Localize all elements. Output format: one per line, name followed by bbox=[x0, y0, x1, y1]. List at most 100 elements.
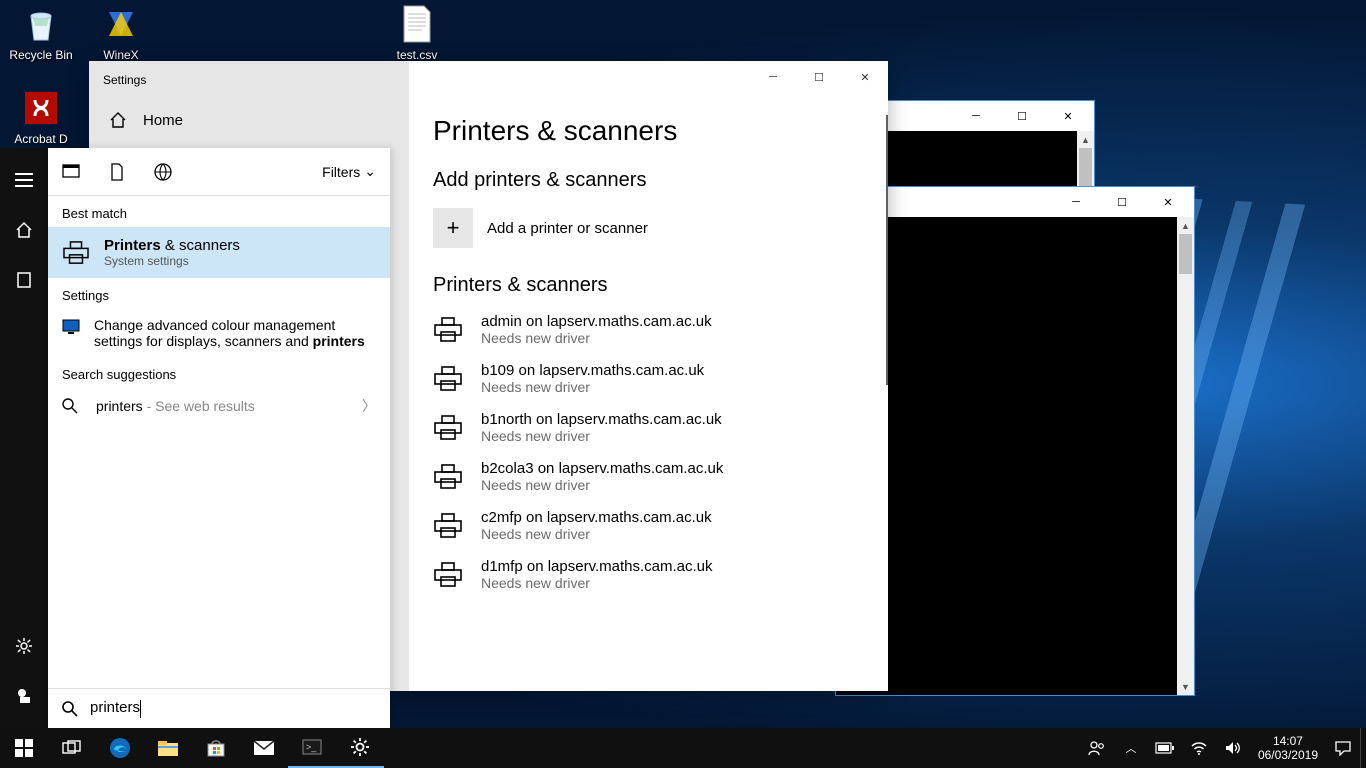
printer-name: c2mfp on lapserv.maths.cam.ac.uk bbox=[481, 509, 712, 526]
search-tab-web-icon[interactable] bbox=[154, 163, 172, 181]
search-icon bbox=[62, 701, 78, 717]
scrollbar[interactable]: ▲ ▼ bbox=[1177, 217, 1194, 695]
scroll-thumb[interactable] bbox=[1079, 148, 1092, 188]
printer-list: admin on lapserv.maths.cam.ac.uk Needs ne… bbox=[433, 313, 864, 591]
printer-icon bbox=[433, 513, 463, 539]
search-results-panel: Filters ⌄ Best match Printers & scanners… bbox=[48, 148, 390, 728]
taskbar-mail[interactable] bbox=[240, 728, 288, 768]
printer-item[interactable]: b2cola3 on lapserv.maths.cam.ac.ukNeeds … bbox=[433, 460, 864, 493]
search-section-settings: Settings bbox=[48, 278, 390, 309]
maximize-button[interactable]: ☐ bbox=[1000, 102, 1044, 130]
tray-people-icon[interactable] bbox=[1080, 728, 1114, 768]
search-section-bestmatch: Best match bbox=[48, 196, 390, 227]
search-tab-documents-icon[interactable] bbox=[108, 163, 126, 181]
tray-overflow-icon[interactable]: ︿ bbox=[1114, 728, 1148, 768]
settings-app-title: Settings bbox=[89, 69, 409, 101]
printer-item[interactable]: d1mfp on lapserv.maths.cam.ac.ukNeeds ne… bbox=[433, 558, 864, 591]
maximize-button[interactable]: ☐ bbox=[796, 61, 842, 93]
tray-volume-icon[interactable] bbox=[1216, 728, 1250, 768]
acrobat-icon bbox=[19, 86, 63, 130]
printer-item[interactable]: b1north on lapserv.maths.cam.ac.ukNeeds … bbox=[433, 411, 864, 444]
taskbar-edge[interactable] bbox=[96, 728, 144, 768]
printer-name: b1north on lapserv.maths.cam.ac.uk bbox=[481, 411, 722, 428]
printer-icon bbox=[433, 317, 463, 343]
printer-name: d1mfp on lapserv.maths.cam.ac.uk bbox=[481, 558, 713, 575]
scroll-thumb[interactable] bbox=[1179, 234, 1192, 274]
rail-menu-icon[interactable] bbox=[0, 166, 48, 194]
scroll-up-icon[interactable]: ▲ bbox=[1177, 217, 1194, 234]
printer-icon bbox=[433, 562, 463, 588]
taskbar-cmd[interactable]: >_ bbox=[288, 728, 336, 768]
minimize-button[interactable]: ─ bbox=[954, 102, 998, 130]
start-button[interactable] bbox=[0, 728, 48, 768]
printer-name: admin on lapserv.maths.cam.ac.uk bbox=[481, 313, 712, 330]
filters-label: Filters bbox=[322, 164, 360, 180]
search-tabs: Filters ⌄ bbox=[48, 148, 390, 196]
minimize-button[interactable]: ─ bbox=[1054, 188, 1098, 216]
search-suggestion-web[interactable]: printers - See web results 〉 bbox=[48, 388, 390, 424]
search-filters-button[interactable]: Filters ⌄ bbox=[322, 163, 376, 180]
search-input-row[interactable]: printers bbox=[48, 688, 390, 728]
taskbar-store[interactable] bbox=[192, 728, 240, 768]
maximize-button[interactable]: ☐ bbox=[1100, 188, 1144, 216]
recycle-bin-icon bbox=[19, 2, 63, 46]
show-desktop-button[interactable] bbox=[1360, 728, 1366, 768]
add-printer-row[interactable]: + Add a printer or scanner bbox=[433, 208, 864, 248]
printer-icon bbox=[433, 366, 463, 392]
home-icon bbox=[109, 111, 127, 129]
search-tab-apps-icon[interactable] bbox=[62, 163, 80, 181]
close-button[interactable]: ✕ bbox=[1046, 102, 1090, 130]
scroll-down-icon[interactable]: ▼ bbox=[1177, 678, 1194, 695]
taskbar-explorer[interactable] bbox=[144, 728, 192, 768]
rail-notebook-icon[interactable] bbox=[0, 266, 48, 294]
window-titlebar[interactable]: ─ ☐ ✕ bbox=[836, 187, 1194, 217]
rail-settings-icon[interactable] bbox=[0, 632, 48, 660]
scroll-up-icon[interactable]: ▲ bbox=[1077, 131, 1094, 148]
search-result-colour-management[interactable]: Change advanced colour management settin… bbox=[48, 309, 390, 357]
cmd-window-2[interactable]: ─ ☐ ✕ ▲ ▼ bbox=[835, 186, 1195, 696]
system-tray: ︿ 14:07 06/03/2019 bbox=[1080, 728, 1366, 768]
tray-action-center-icon[interactable] bbox=[1326, 728, 1360, 768]
close-button[interactable]: ✕ bbox=[842, 61, 888, 93]
search-input[interactable]: printers bbox=[90, 699, 141, 717]
plus-icon: + bbox=[433, 208, 473, 248]
printer-status: Needs new driver bbox=[481, 477, 723, 493]
search-section-suggestions: Search suggestions bbox=[48, 357, 390, 388]
winex-icon bbox=[99, 2, 143, 46]
search-result-text: Change advanced colour management settin… bbox=[94, 317, 376, 349]
bestmatch-title: Printers & scanners bbox=[104, 237, 240, 254]
printer-item[interactable]: c2mfp on lapserv.maths.cam.ac.ukNeeds ne… bbox=[433, 509, 864, 542]
suggestion-text: printers - See web results bbox=[96, 398, 255, 414]
printer-item[interactable]: b109 on lapserv.maths.cam.ac.ukNeeds new… bbox=[433, 362, 864, 395]
printer-name: b109 on lapserv.maths.cam.ac.uk bbox=[481, 362, 704, 379]
settings-content: ─ ☐ ✕ Printers & scanners Add printers &… bbox=[409, 61, 888, 691]
minimize-button[interactable]: ─ bbox=[750, 61, 796, 93]
bestmatch-subtitle: System settings bbox=[104, 254, 240, 268]
task-view-button[interactable] bbox=[48, 728, 96, 768]
desktop-icon-recycle-bin[interactable]: Recycle Bin bbox=[4, 2, 78, 62]
desktop-icon-testcsv[interactable]: test.csv bbox=[380, 2, 454, 62]
start-rail bbox=[0, 148, 48, 728]
desktop-icon-label: Acrobat D bbox=[4, 132, 78, 146]
taskbar-settings[interactable] bbox=[336, 728, 384, 768]
rail-feedback-icon[interactable] bbox=[0, 682, 48, 710]
desktop-icon-acrobat[interactable]: Acrobat D bbox=[4, 86, 78, 146]
window-controls: ─ ☐ ✕ bbox=[750, 61, 888, 93]
scroll-indicator[interactable] bbox=[886, 115, 888, 385]
tray-battery-icon[interactable] bbox=[1148, 728, 1182, 768]
chevron-down-icon: ⌄ bbox=[364, 163, 376, 180]
add-printer-label: Add a printer or scanner bbox=[487, 220, 648, 237]
rail-home-icon[interactable] bbox=[0, 216, 48, 244]
page-title: Printers & scanners bbox=[433, 115, 864, 147]
desktop-icon-winex[interactable]: WineX bbox=[84, 2, 158, 62]
settings-home-link[interactable]: Home bbox=[89, 101, 409, 139]
tray-wifi-icon[interactable] bbox=[1182, 728, 1216, 768]
printer-item[interactable]: admin on lapserv.maths.cam.ac.ukNeeds ne… bbox=[433, 313, 864, 346]
tray-date: 06/03/2019 bbox=[1258, 748, 1318, 762]
tray-clock[interactable]: 14:07 06/03/2019 bbox=[1250, 734, 1326, 762]
close-button[interactable]: ✕ bbox=[1146, 188, 1190, 216]
search-result-bestmatch[interactable]: Printers & scanners System settings bbox=[48, 227, 390, 278]
printer-status: Needs new driver bbox=[481, 575, 713, 591]
printer-status: Needs new driver bbox=[481, 526, 712, 542]
printer-icon bbox=[433, 415, 463, 441]
